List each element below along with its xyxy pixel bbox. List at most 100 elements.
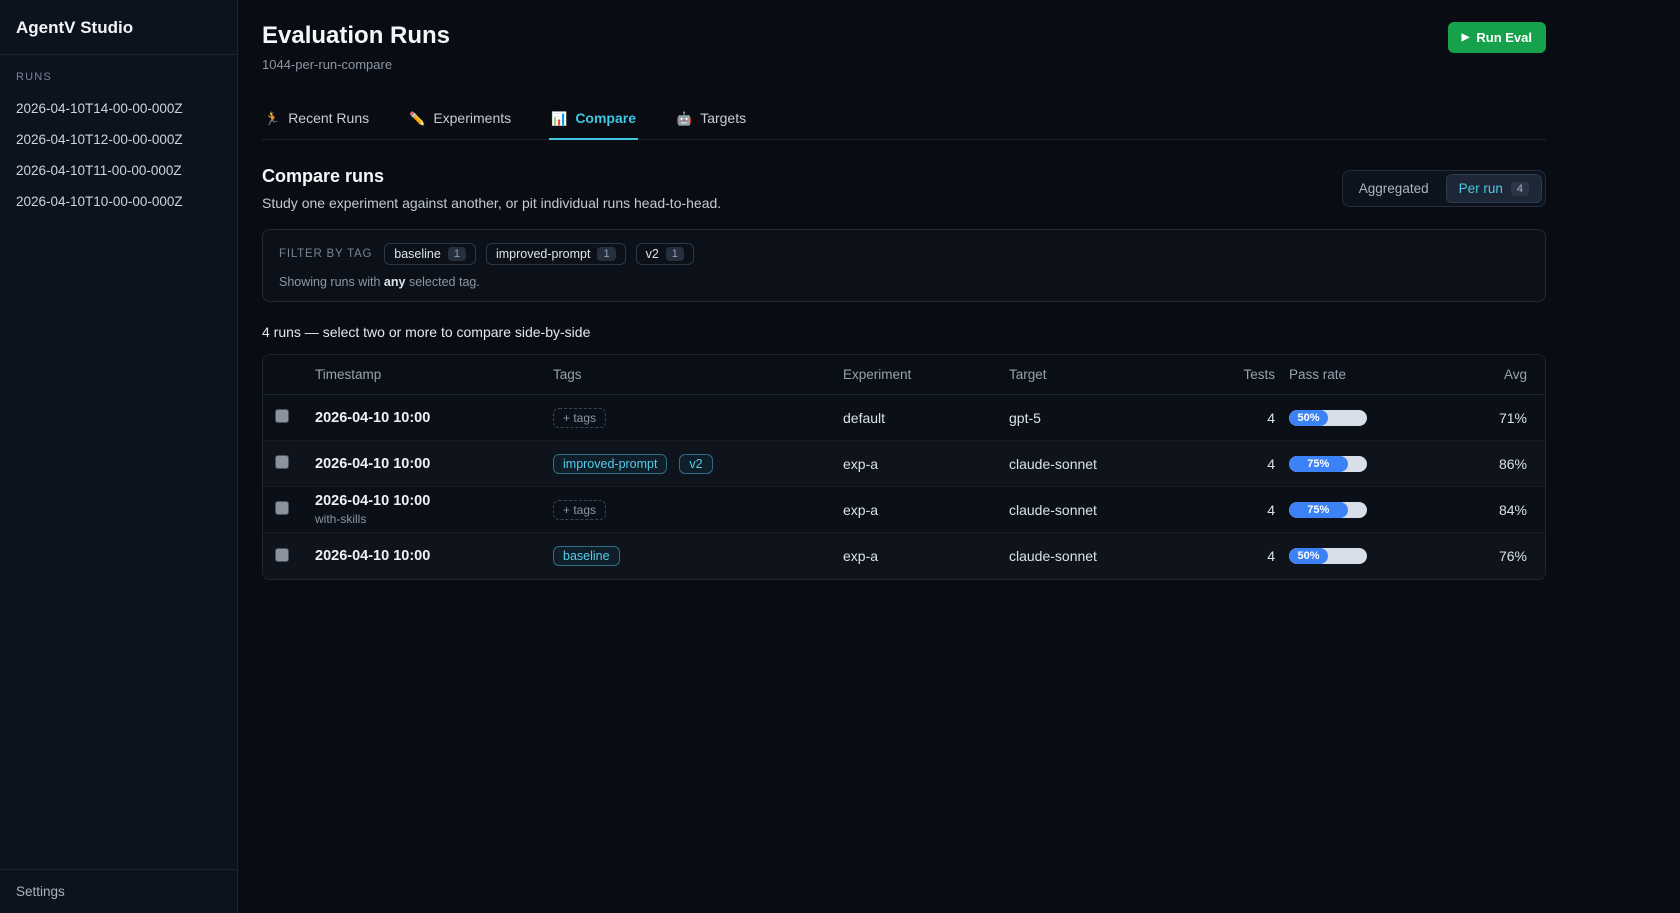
run-tag-chip[interactable]: v2 [679, 454, 712, 474]
run-timestamp: 2026-04-10 10:00 [315, 456, 543, 472]
run-tag-chip[interactable]: improved-prompt [553, 454, 667, 474]
filter-hint-prefix: Showing runs with [279, 275, 384, 289]
compare-title: Compare runs [262, 166, 721, 187]
tab-label: Recent Runs [288, 110, 369, 126]
run-target: claude-sonnet [1009, 456, 1231, 472]
table-row: 2026-04-10 10:00 baseline exp-a claude-s… [263, 533, 1545, 579]
main-content: Evaluation Runs 1044-per-run-compare ▶ R… [238, 0, 1680, 913]
run-eval-label: Run Eval [1476, 30, 1532, 45]
run-experiment: default [843, 410, 1009, 426]
page-header: Evaluation Runs 1044-per-run-compare ▶ R… [262, 22, 1546, 72]
tag-filter-baseline[interactable]: baseline 1 [384, 243, 476, 265]
filter-hint-any: any [384, 275, 406, 289]
row-checkbox[interactable] [275, 409, 289, 423]
filter-hint: Showing runs with any selected tag. [279, 275, 1529, 289]
tag-name: baseline [394, 247, 441, 261]
pass-rate-label: 50% [1297, 550, 1319, 562]
pass-rate-fill: 75% [1289, 456, 1348, 472]
add-tags-button[interactable]: + tags [553, 500, 606, 520]
tag-filter-panel: FILTER BY TAG baseline 1 improved-prompt… [262, 229, 1546, 302]
pass-rate-label: 75% [1307, 504, 1329, 516]
run-timestamp: 2026-04-10 10:00 [315, 548, 543, 564]
run-target: claude-sonnet [1009, 502, 1231, 518]
run-target: gpt-5 [1009, 410, 1231, 426]
runner-icon: 🏃 [264, 112, 280, 125]
sidebar-runs-list: RUNS 2026-04-10T14-00-00-000Z 2026-04-10… [0, 55, 237, 869]
tab-label: Compare [575, 110, 636, 126]
run-avg: 84% [1461, 502, 1545, 518]
tag-filter-v2[interactable]: v2 1 [636, 243, 694, 265]
run-avg: 71% [1461, 410, 1545, 426]
bar-chart-icon: 📊 [551, 112, 567, 125]
settings-link[interactable]: Settings [16, 884, 221, 899]
table-row: 2026-04-10 10:00 improved-prompt v2 exp-… [263, 441, 1545, 487]
row-checkbox[interactable] [275, 501, 289, 515]
robot-icon: 🤖 [676, 112, 692, 125]
run-target: claude-sonnet [1009, 548, 1231, 564]
filter-by-tag-label: FILTER BY TAG [279, 248, 372, 260]
play-icon: ▶ [1462, 33, 1470, 43]
sidebar-item-run[interactable]: 2026-04-10T14-00-00-000Z [16, 93, 221, 124]
table-header-row: Timestamp Tags Experiment Target Tests P… [263, 355, 1545, 395]
run-tests-count: 4 [1231, 410, 1279, 426]
run-eval-button[interactable]: ▶ Run Eval [1448, 22, 1546, 53]
tab-bar: 🏃 Recent Runs ✏️ Experiments 📊 Compare 🤖… [262, 100, 1546, 140]
run-tag-chip[interactable]: baseline [553, 546, 620, 566]
tag-count-badge: 1 [666, 247, 684, 261]
add-tags-button[interactable]: + tags [553, 408, 606, 428]
toggle-per-run[interactable]: Per run 4 [1446, 174, 1542, 203]
compare-header: Compare runs Study one experiment agains… [262, 166, 1546, 211]
toggle-per-run-label: Per run [1459, 181, 1503, 196]
run-tests-count: 4 [1231, 456, 1279, 472]
column-header-timestamp: Timestamp [315, 367, 553, 382]
pass-rate-bar: 50% [1289, 410, 1367, 426]
pass-rate-bar: 75% [1289, 456, 1367, 472]
tag-count-badge: 1 [448, 247, 466, 261]
view-mode-toggle: Aggregated Per run 4 [1342, 170, 1546, 207]
run-timestamp: 2026-04-10 10:00 [315, 493, 543, 509]
toggle-aggregated[interactable]: Aggregated [1346, 174, 1442, 203]
pass-rate-label: 75% [1307, 458, 1329, 470]
run-timestamp: 2026-04-10 10:00 [315, 410, 543, 426]
row-checkbox[interactable] [275, 455, 289, 469]
sidebar: AgentV Studio RUNS 2026-04-10T14-00-00-0… [0, 0, 238, 913]
run-experiment: exp-a [843, 456, 1009, 472]
table-row: 2026-04-10 10:00 with-skills + tags exp-… [263, 487, 1545, 533]
toggle-aggregated-label: Aggregated [1359, 181, 1429, 196]
tab-compare[interactable]: 📊 Compare [549, 100, 638, 140]
sidebar-item-run[interactable]: 2026-04-10T12-00-00-000Z [16, 124, 221, 155]
per-run-count-badge: 4 [1511, 182, 1529, 196]
pass-rate-bar: 50% [1289, 548, 1367, 564]
row-checkbox[interactable] [275, 548, 289, 562]
pencil-icon: ✏️ [409, 112, 425, 125]
compare-subtitle: Study one experiment against another, or… [262, 195, 721, 211]
sidebar-item-run[interactable]: 2026-04-10T10-00-00-000Z [16, 186, 221, 217]
runs-section-label: RUNS [16, 71, 221, 83]
app-title: AgentV Studio [0, 0, 237, 55]
run-experiment: exp-a [843, 502, 1009, 518]
column-header-tags: Tags [553, 367, 843, 382]
tab-label: Experiments [433, 110, 511, 126]
tag-count-badge: 1 [597, 247, 615, 261]
pass-rate-fill: 50% [1289, 410, 1328, 426]
run-tests-count: 4 [1231, 502, 1279, 518]
run-avg: 86% [1461, 456, 1545, 472]
pass-rate-label: 50% [1297, 412, 1319, 424]
page-title: Evaluation Runs [262, 22, 450, 50]
page-subtitle: 1044-per-run-compare [262, 57, 450, 72]
column-header-pass-rate: Pass rate [1279, 367, 1461, 382]
pass-rate-fill: 75% [1289, 502, 1348, 518]
run-experiment: exp-a [843, 548, 1009, 564]
tag-name: improved-prompt [496, 247, 590, 261]
tag-filter-improved-prompt[interactable]: improved-prompt 1 [486, 243, 626, 265]
tab-targets[interactable]: 🤖 Targets [674, 100, 748, 140]
tab-experiments[interactable]: ✏️ Experiments [407, 100, 513, 140]
tab-recent-runs[interactable]: 🏃 Recent Runs [262, 100, 371, 140]
sidebar-footer: Settings [0, 869, 237, 913]
column-header-target: Target [1009, 367, 1231, 382]
column-header-experiment: Experiment [843, 367, 1009, 382]
sidebar-item-run[interactable]: 2026-04-10T11-00-00-000Z [16, 155, 221, 186]
column-header-avg: Avg [1461, 367, 1545, 382]
filter-hint-suffix: selected tag. [405, 275, 479, 289]
runs-table: Timestamp Tags Experiment Target Tests P… [262, 354, 1546, 580]
